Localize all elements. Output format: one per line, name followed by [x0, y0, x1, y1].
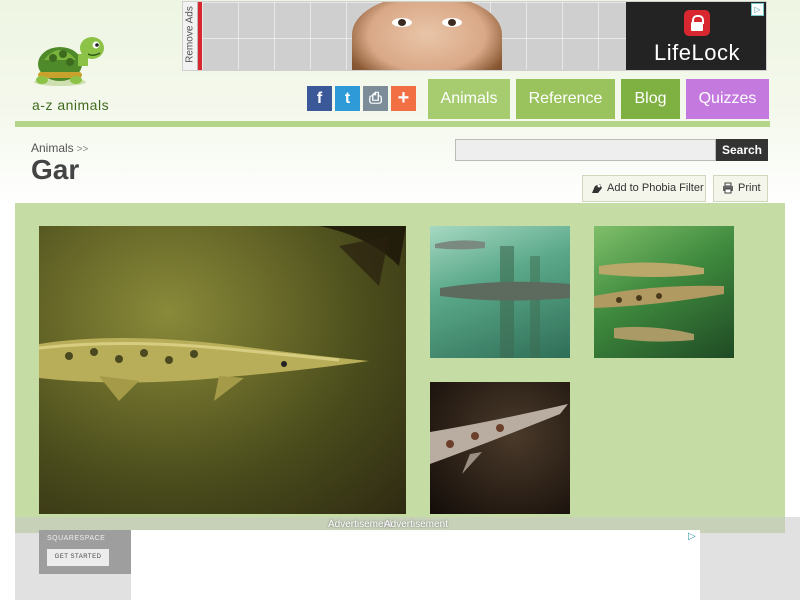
gar-main-photo[interactable] — [39, 226, 406, 514]
squarespace-ad[interactable]: SQUARESPACE GET STARTED — [39, 530, 131, 574]
adchoices-icon[interactable]: ▷ — [751, 3, 764, 16]
nav-reference[interactable]: Reference — [516, 79, 615, 119]
print-label: Print — [738, 182, 761, 194]
twitter-share-icon[interactable]: t — [335, 86, 360, 111]
more-share-icon[interactable]: + — [391, 86, 416, 111]
remove-ads-button[interactable]: Remove Ads — [183, 2, 198, 70]
gar-fish-illustration — [39, 226, 406, 401]
gar-photo-thumbnail[interactable] — [430, 382, 570, 514]
spider-filter-icon — [592, 184, 602, 193]
search-button[interactable]: Search — [716, 139, 768, 161]
turtle-logo-icon[interactable] — [30, 34, 110, 90]
lifelock-brand: LifeLock — [654, 40, 740, 65]
add-to-phobia-filter-button[interactable]: Add to Phobia Filter — [582, 175, 706, 202]
search-input[interactable] — [455, 139, 716, 161]
print-share-icon[interactable]: ⎙ — [363, 86, 388, 111]
ad-face-eye — [442, 18, 462, 27]
nav-quizzes[interactable]: Quizzes — [686, 79, 769, 119]
nav-animals[interactable]: Animals — [428, 79, 510, 119]
advertisement-label: Advertisement — [328, 519, 392, 530]
ad-face-image — [352, 2, 502, 70]
ad-face-eye — [392, 18, 412, 27]
squarespace-brand: SQUARESPACE — [47, 535, 106, 542]
ad-image-background — [202, 2, 626, 70]
remove-ads-label: Remove Ads — [184, 6, 196, 63]
gar-fish-illustration — [435, 240, 570, 358]
page-title: Gar — [31, 154, 80, 185]
phobia-filter-label: Add to Phobia Filter — [607, 182, 704, 194]
print-button[interactable]: Print — [713, 175, 768, 202]
bottom-advertisement[interactable] — [131, 530, 700, 600]
gar-photo-thumbnail[interactable] — [430, 226, 570, 358]
breadcrumb: Animals >> — [31, 141, 88, 155]
breadcrumb-animals-link[interactable]: Animals — [31, 141, 74, 155]
advertisement-label: Advertisement — [384, 519, 448, 530]
get-started-button[interactable]: GET STARTED — [47, 549, 109, 566]
nav-divider — [15, 121, 770, 127]
gar-fish-illustration — [430, 404, 568, 474]
nav-blog[interactable]: Blog — [621, 79, 680, 119]
facebook-share-icon[interactable]: f — [307, 86, 332, 111]
gar-photo-thumbnail[interactable] — [594, 226, 734, 358]
printer-icon — [723, 182, 733, 194]
site-name[interactable]: a-z animals — [32, 97, 109, 113]
adchoices-icon[interactable]: ▷ — [688, 531, 696, 542]
top-advertisement[interactable]: Remove Ads LifeLock ▷ — [182, 1, 767, 71]
lifelock-panel[interactable]: LifeLock — [626, 2, 766, 70]
lock-icon — [684, 10, 710, 36]
gar-fish-illustration — [594, 262, 724, 342]
